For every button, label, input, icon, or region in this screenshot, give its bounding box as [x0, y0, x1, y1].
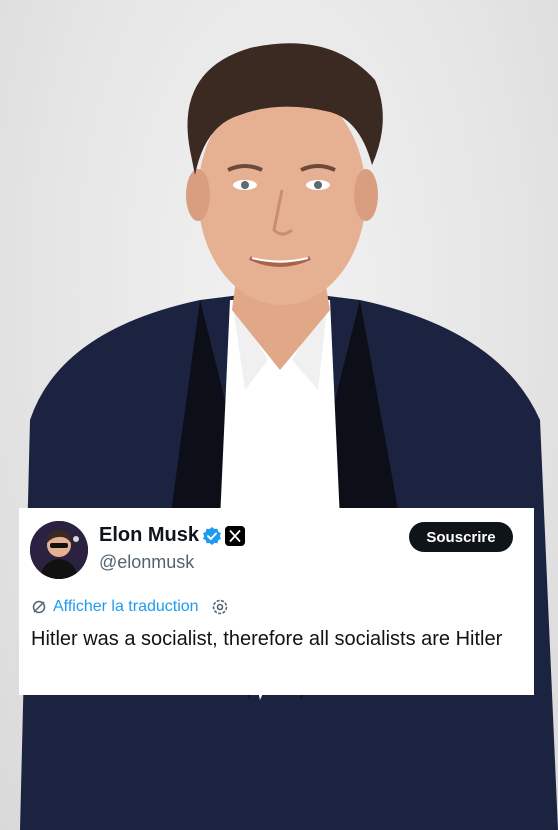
translate-row: Afficher la traduction [31, 596, 229, 618]
translate-link[interactable]: Afficher la traduction [53, 598, 199, 616]
man-portrait-illustration [20, 43, 558, 830]
author-name[interactable]: Elon Musk [99, 524, 199, 547]
subscribe-button[interactable]: Souscrire [409, 522, 513, 552]
background-photo [0, 0, 558, 830]
tweet-text: Hitler was a socialist, therefore all so… [31, 628, 503, 650]
verified-badge-icon [203, 527, 221, 545]
tweet-card: Elon Musk @elonmusk Souscrire Afficher l… [19, 508, 534, 695]
gear-icon[interactable] [211, 598, 229, 616]
author-handle[interactable]: @elonmusk [99, 552, 194, 573]
x-logo-icon [225, 526, 245, 546]
avatar[interactable] [30, 521, 88, 579]
translate-icon [32, 600, 46, 614]
